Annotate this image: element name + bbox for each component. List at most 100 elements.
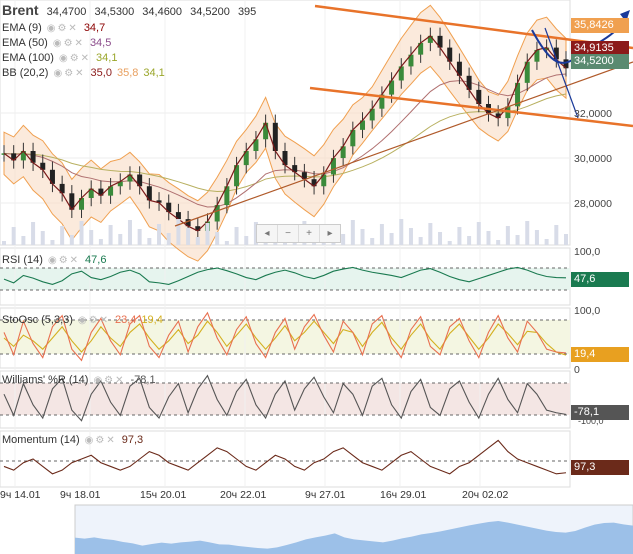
volume-bar <box>224 241 229 245</box>
rsi-band <box>0 268 570 290</box>
ema50-label: EMA (50) <box>2 37 48 49</box>
volume-bar <box>21 236 26 245</box>
volume-bar <box>544 239 549 245</box>
settings-icons[interactable]: ◉⚙✕ <box>48 255 80 266</box>
ema9-label: EMA (9) <box>2 22 42 34</box>
price-tick-32: 32,0000 <box>574 108 612 120</box>
legend-stoch[interactable]: StoOsc (5,3,3) ◉⚙✕ 23,4 19,4 <box>2 314 168 327</box>
volume-bar <box>408 228 413 245</box>
volume-bar <box>447 241 452 245</box>
open-value: 34,4700 <box>46 6 87 18</box>
volume-bar <box>428 223 433 245</box>
chart-canvas <box>0 0 633 554</box>
high-value: 34,5300 <box>94 6 135 18</box>
volume-bar <box>137 229 142 245</box>
volume-bar <box>89 230 94 245</box>
volume-bar <box>127 220 132 245</box>
stoch-tag: 19,4 <box>571 347 629 362</box>
settings-icons[interactable]: ◉⚙✕ <box>78 315 110 326</box>
legend-bb[interactable]: BB (20,2) ◉⚙✕ 35,0 35,8 34,1 <box>2 67 170 80</box>
volume-bar <box>205 223 210 245</box>
volume-bar <box>418 237 423 245</box>
settings-icons[interactable]: ◉⚙✕ <box>85 435 117 446</box>
volume-bar <box>438 232 443 245</box>
volume-bar <box>496 240 501 245</box>
volume-bar <box>166 233 171 245</box>
scroll-left-button[interactable]: ◂ <box>257 225 278 242</box>
volume-bar <box>564 234 568 245</box>
volume-bar <box>108 225 113 245</box>
stoch-axis-top: 100,0 <box>574 305 601 317</box>
zoom-in-button[interactable]: + <box>299 225 320 242</box>
volume-bar <box>525 221 530 245</box>
volume-bar <box>50 240 55 245</box>
volume-bar <box>389 233 394 245</box>
zoom-out-button[interactable]: − <box>278 225 299 242</box>
legend-ema9[interactable]: EMA (9) ◉⚙✕ 34,7 <box>2 22 110 35</box>
legend-rsi[interactable]: RSI (14) ◉⚙✕ 47,6 <box>2 254 111 267</box>
volume-bar <box>534 230 539 245</box>
legend-ema50[interactable]: EMA (50) ◉⚙✕ 34,5 <box>2 37 116 50</box>
settings-icons[interactable]: ◉⚙✕ <box>93 375 125 386</box>
volume-bar <box>40 231 45 245</box>
x-tick-label: 9ч 14.01 <box>0 489 41 501</box>
volume-bar <box>215 232 220 245</box>
zoom-nav[interactable]: ◂ − + ▸ <box>256 224 341 243</box>
volume-bar <box>234 227 239 245</box>
x-tick-label: 9ч 18.01 <box>60 489 101 501</box>
williams-tag: -78,1 <box>571 405 629 420</box>
volume-bar <box>11 227 16 245</box>
rsi-label: RSI (14) <box>2 254 43 266</box>
x-tick-label: 20ч 02.02 <box>462 489 509 501</box>
stoch-d-value: 19,4 <box>141 314 163 326</box>
scroll-right-button[interactable]: ▸ <box>320 225 340 242</box>
volume-bar <box>467 236 472 245</box>
volume-bar <box>186 228 191 245</box>
volume-bar <box>69 235 74 245</box>
settings-icons[interactable]: ◉⚙✕ <box>53 68 85 79</box>
momentum-value: 97,3 <box>121 434 144 446</box>
volume-bar <box>31 222 36 245</box>
legend-momentum[interactable]: Momentum (14) ◉⚙✕ 97,3 <box>2 434 148 447</box>
volume-bar <box>505 226 510 245</box>
volume-bar <box>486 231 491 245</box>
low-value: 34,4600 <box>142 6 183 18</box>
volume-value: 395 <box>237 6 257 18</box>
settings-icons[interactable]: ◉⚙✕ <box>59 53 91 64</box>
volume-bar <box>98 239 103 245</box>
volume-bar <box>360 229 365 245</box>
settings-icons[interactable]: ◉⚙✕ <box>53 38 85 49</box>
legend-ema100[interactable]: EMA (100) ◉⚙✕ 34,1 <box>2 52 122 65</box>
stoch-label: StoOsc (5,3,3) <box>2 314 73 326</box>
volume-bar <box>379 224 384 245</box>
x-tick-label: 16ч 29.01 <box>380 489 427 501</box>
rsi-tag: 47,6 <box>571 272 629 287</box>
volume-bar <box>457 227 462 245</box>
volume-bar <box>176 219 181 245</box>
x-tick-label: 9ч 27.01 <box>305 489 346 501</box>
rsi-value: 47,6 <box>85 254 107 266</box>
close-value: 34,5200 <box>190 6 230 18</box>
williams-label: Williams' %R (14) <box>2 374 89 386</box>
price-tick-30: 30,0000 <box>574 153 612 165</box>
price-tag-bb-upper: 35,8426 <box>571 18 629 33</box>
volume-bar <box>554 225 559 245</box>
volume-bar <box>118 234 123 245</box>
volume-bar <box>157 224 162 245</box>
stoch-k-value: 23,4 <box>115 314 137 326</box>
volume-bar <box>2 241 6 245</box>
bb-upper-value: 35,8 <box>116 67 139 79</box>
volume-bar <box>79 221 84 245</box>
price-legend: Brent 34,4700 34,5300 34,4600 34,5200 39… <box>2 3 261 19</box>
volume-bar <box>399 219 404 245</box>
settings-icons[interactable]: ◉⚙✕ <box>47 23 79 34</box>
stoch-axis-bottom: 0 <box>574 364 580 376</box>
price-tag-close: 34,5200 <box>571 54 629 69</box>
x-tick-label: 15ч 20.01 <box>140 489 187 501</box>
volume-bar <box>147 238 152 245</box>
momentum-tag: 97,3 <box>571 460 629 475</box>
x-tick-label: 20ч 22.01 <box>220 489 267 501</box>
legend-williams[interactable]: Williams' %R (14) ◉⚙✕ -78,1 <box>2 374 161 387</box>
rsi-axis-top: 100,0 <box>574 246 601 258</box>
bb-label: BB (20,2) <box>2 67 49 79</box>
